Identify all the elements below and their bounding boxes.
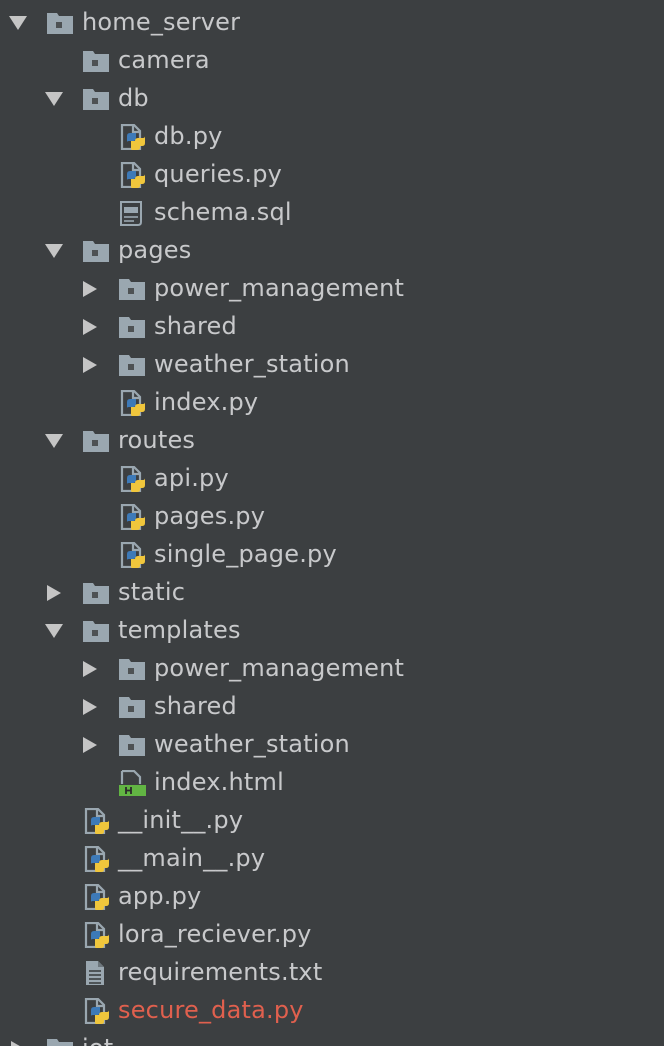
- tree-file-row[interactable]: schema.sql: [0, 193, 664, 231]
- folder-icon: [46, 10, 74, 36]
- chevron-right-icon[interactable]: [81, 319, 99, 335]
- python-file-icon: [82, 921, 110, 949]
- tree-item-label: weather_station: [154, 350, 350, 378]
- tree-folder-row[interactable]: camera: [0, 41, 664, 79]
- folder-icon: [82, 238, 110, 264]
- python-file-icon: [118, 465, 146, 493]
- tree-folder-row[interactable]: shared: [0, 307, 664, 345]
- python-file-icon: [118, 389, 146, 417]
- tree-folder-row[interactable]: weather_station: [0, 725, 664, 763]
- tree-file-row[interactable]: queries.py: [0, 155, 664, 193]
- python-file-icon: [82, 845, 110, 873]
- chevron-down-icon[interactable]: [45, 91, 63, 107]
- chevron-down-icon[interactable]: [9, 15, 27, 31]
- python-file-icon: [118, 541, 146, 569]
- folder-icon: [118, 276, 146, 302]
- tree-file-row[interactable]: pages.py: [0, 497, 664, 535]
- tree-folder-row[interactable]: iot: [0, 1029, 664, 1046]
- tree-item-label: static: [118, 578, 186, 606]
- python-file-icon: [82, 883, 110, 911]
- folder-icon: [118, 352, 146, 378]
- tree-item-label: templates: [118, 616, 241, 644]
- python-file-icon: [82, 807, 110, 835]
- tree-item-label: index.html: [154, 768, 284, 796]
- folder-icon: [82, 86, 110, 112]
- folder-icon: [118, 314, 146, 340]
- tree-folder-row[interactable]: power_management: [0, 649, 664, 687]
- tree-item-label: power_management: [154, 274, 405, 302]
- tree-item-label: requirements.txt: [118, 958, 323, 986]
- tree-file-row[interactable]: index.py: [0, 383, 664, 421]
- tree-folder-row[interactable]: static: [0, 573, 664, 611]
- tree-file-row[interactable]: __init__.py: [0, 801, 664, 839]
- tree-file-row[interactable]: app.py: [0, 877, 664, 915]
- tree-item-label: single_page.py: [154, 540, 337, 568]
- folder-icon: [118, 694, 146, 720]
- tree-item-label: iot: [82, 1032, 113, 1046]
- tree-folder-row[interactable]: templates: [0, 611, 664, 649]
- chevron-down-icon[interactable]: [45, 433, 63, 449]
- tree-item-label: power_management: [154, 654, 405, 682]
- tree-item-label: index.py: [154, 388, 259, 416]
- text-file-icon: [82, 960, 110, 986]
- python-file-icon: [118, 161, 146, 189]
- tree-item-label: pages: [118, 236, 192, 264]
- tree-folder-row[interactable]: shared: [0, 687, 664, 725]
- folder-icon: [82, 618, 110, 644]
- tree-file-row[interactable]: lora_reciever.py: [0, 915, 664, 953]
- folder-icon: [82, 580, 110, 606]
- tree-item-label: pages.py: [154, 502, 266, 530]
- tree-item-label: db.py: [154, 122, 223, 150]
- folder-icon: [118, 656, 146, 682]
- tree-file-row[interactable]: __main__.py: [0, 839, 664, 877]
- tree-item-label: lora_reciever.py: [118, 920, 312, 948]
- tree-item-label: secure_data.py: [118, 996, 304, 1024]
- chevron-right-icon[interactable]: [81, 281, 99, 297]
- tree-folder-row[interactable]: routes: [0, 421, 664, 459]
- tree-file-row[interactable]: api.py: [0, 459, 664, 497]
- tree-item-label: __main__.py: [118, 844, 266, 872]
- python-file-icon: [118, 503, 146, 531]
- tree-item-label: camera: [118, 46, 210, 74]
- tree-item-label: shared: [154, 312, 237, 340]
- project-tree: home_servercamera db db.py queries.py schema…: [0, 0, 664, 1046]
- tree-item-label: weather_station: [154, 730, 350, 758]
- tree-item-label: app.py: [118, 882, 202, 910]
- tree-item-label: shared: [154, 692, 237, 720]
- tree-file-row[interactable]: index.html: [0, 763, 664, 801]
- folder-icon: [118, 732, 146, 758]
- chevron-down-icon[interactable]: [45, 623, 63, 639]
- tree-file-row[interactable]: requirements.txt: [0, 953, 664, 991]
- tree-item-label: queries.py: [154, 160, 283, 188]
- tree-folder-row[interactable]: db: [0, 79, 664, 117]
- tree-file-row[interactable]: single_page.py: [0, 535, 664, 573]
- python-file-icon: [118, 123, 146, 151]
- tree-folder-row[interactable]: weather_station: [0, 345, 664, 383]
- chevron-right-icon[interactable]: [45, 585, 63, 601]
- tree-folder-row[interactable]: power_management: [0, 269, 664, 307]
- tree-item-label: __init__.py: [118, 806, 244, 834]
- folder-icon: [46, 1036, 74, 1046]
- python-file-icon: [82, 997, 110, 1025]
- folder-icon: [82, 428, 110, 454]
- chevron-right-icon[interactable]: [81, 699, 99, 715]
- tree-folder-row[interactable]: home_server: [0, 3, 664, 41]
- tree-item-label: schema.sql: [154, 198, 292, 226]
- tree-item-label: routes: [118, 426, 196, 454]
- tree-item-label: api.py: [154, 464, 229, 492]
- tree-folder-row[interactable]: pages: [0, 231, 664, 269]
- tree-file-row[interactable]: secure_data.py: [0, 991, 664, 1029]
- tree-item-label: home_server: [82, 8, 241, 36]
- chevron-right-icon[interactable]: [9, 1041, 27, 1046]
- folder-icon: [82, 48, 110, 74]
- chevron-right-icon[interactable]: [81, 737, 99, 753]
- html-file-icon: [118, 769, 146, 796]
- tree-item-label: db: [118, 84, 149, 112]
- tree-file-row[interactable]: db.py: [0, 117, 664, 155]
- chevron-right-icon[interactable]: [81, 661, 99, 677]
- chevron-down-icon[interactable]: [45, 243, 63, 259]
- sql-file-icon: [118, 200, 146, 226]
- chevron-right-icon[interactable]: [81, 357, 99, 373]
